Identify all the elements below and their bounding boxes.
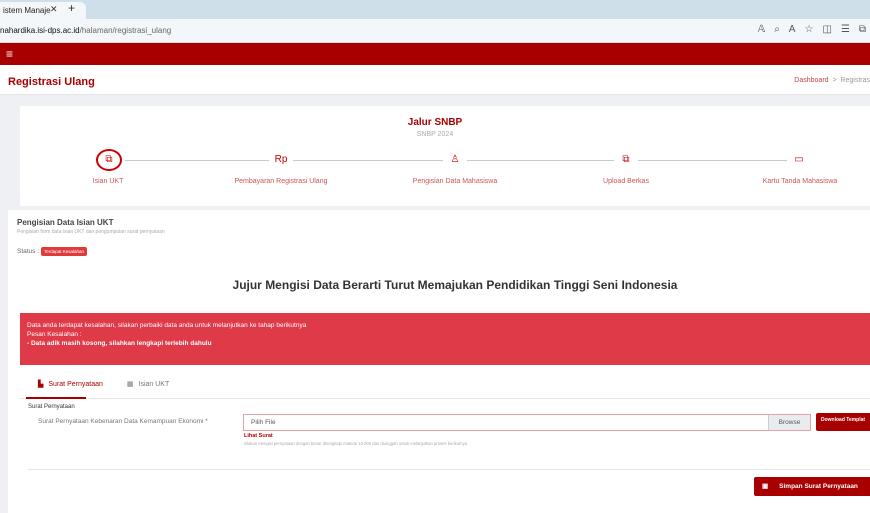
collections-icon[interactable]: ⧉: [859, 24, 866, 35]
form-title: Surat Pernyataan: [28, 404, 75, 410]
new-tab-icon[interactable]: +: [68, 1, 75, 15]
motto-headline: Jujur Mengisi Data Berarti Turut Memajuk…: [232, 278, 678, 292]
breadcrumb: Dashboard > Registras: [794, 77, 870, 84]
breadcrumb-current: Registras: [840, 77, 870, 84]
address-bar[interactable]: nahardika.isi-dps.ac.id/halaman/registra…: [0, 19, 870, 43]
text-size-icon[interactable]: A: [789, 24, 796, 35]
section-subtitle: Pengisian form data isian UKT dan pengum…: [17, 229, 165, 235]
file-upload-input[interactable]: Pilih File Browse: [243, 414, 811, 431]
browser-tab-title: istem Manaje: [3, 6, 51, 15]
page-header: Registrasi Ulang Dashboard > Registras: [0, 65, 870, 95]
step-pembayaran-icon[interactable]: Rp: [269, 149, 293, 171]
zoom-icon[interactable]: ⌕: [774, 24, 780, 35]
alert-error-detail: - Data adik masih kosong, silahkan lengk…: [27, 340, 212, 347]
jalur-subtitle: SNBP 2024: [416, 131, 454, 138]
lihat-surat-link[interactable]: Lihat Surat: [244, 433, 273, 439]
alert-error-label: Pesan Kesalahan :: [27, 331, 82, 338]
split-screen-icon[interactable]: ◫: [822, 24, 831, 35]
favorite-icon[interactable]: ☆: [804, 24, 813, 35]
browser-toolbar: 𝔸 ⌕ A ☆ ◫ ☰ ⧉: [758, 24, 866, 35]
tab-label: Isian UKT: [138, 380, 170, 388]
status-label: Status :: [17, 248, 40, 255]
step-pengisian-data-icon[interactable]: ♙: [443, 149, 467, 171]
tab-isian-ukt[interactable]: ▦ Isian UKT: [126, 380, 170, 389]
step-kartu-mahasiswa-icon[interactable]: ▭: [787, 149, 811, 171]
section-title: Pengisian Data Isian UKT: [17, 218, 114, 227]
error-alert: Data anda terdapat kesalahan, silakan pe…: [20, 313, 870, 365]
save-button-label: Simpan Surat Pernyataan: [779, 483, 858, 490]
browse-button[interactable]: Browse: [768, 415, 810, 430]
step-label-pembayaran: Pembayaran Registrasi Ulang: [234, 178, 328, 185]
tab-label: Surat Pernyataan: [48, 380, 103, 388]
favorites-bar-icon[interactable]: ☰: [841, 24, 850, 35]
form-tabs: ▙ Surat Pernyataan ▦ Isian UKT: [38, 380, 170, 389]
field-label: Surat Pernyataan Kebenaran Data Kemampua…: [38, 418, 208, 425]
step-isian-ukt-icon[interactable]: ⧉: [96, 149, 122, 171]
app-navbar: ≡: [0, 43, 870, 65]
form-divider: [28, 469, 870, 470]
breadcrumb-separator: >: [832, 77, 837, 84]
jalur-title: Jalur SNBP: [407, 117, 463, 128]
step-label-upload-berkas: Upload Berkas: [603, 178, 649, 185]
url-text[interactable]: nahardika.isi-dps.ac.id/halaman/registra…: [0, 26, 171, 35]
step-upload-berkas-icon[interactable]: ⧉: [614, 149, 638, 171]
menu-icon[interactable]: ≡: [6, 47, 13, 61]
download-template-button[interactable]: Download Templat: [816, 413, 870, 431]
step-label-isian-ukt: Isian UKT: [92, 178, 124, 185]
file-pdf-icon: ▙: [38, 381, 44, 388]
active-tab-indicator: [26, 397, 86, 399]
tab-surat-pernyataan[interactable]: ▙ Surat Pernyataan: [38, 380, 103, 389]
alert-message: Data anda terdapat kesalahan, silakan pe…: [27, 322, 307, 329]
tab-divider: [20, 398, 870, 399]
save-statement-button[interactable]: ▣ Simpan Surat Pernyataan: [754, 477, 870, 496]
close-tab-icon[interactable]: ✕: [50, 4, 58, 15]
browser-tab-bar: istem Manaje ✕ +: [0, 0, 870, 19]
step-label-kartu-mahasiswa: Kartu Tanda Mahasiswa: [762, 178, 838, 185]
field-hint: silakan mengisi pernyataan dengan benar …: [244, 441, 468, 446]
step-label-pengisian-data: Pengisian Data Mahasiswa: [412, 178, 498, 185]
file-input-value: Pilih File: [251, 419, 276, 426]
read-aloud-icon[interactable]: 𝔸: [758, 24, 765, 35]
status-badge: Terdapat Kesalahan: [41, 247, 88, 256]
breadcrumb-dashboard[interactable]: Dashboard: [794, 77, 828, 84]
save-icon: ▣: [762, 483, 769, 490]
page-title: Registrasi Ulang: [8, 76, 95, 88]
table-icon: ▦: [126, 381, 134, 388]
